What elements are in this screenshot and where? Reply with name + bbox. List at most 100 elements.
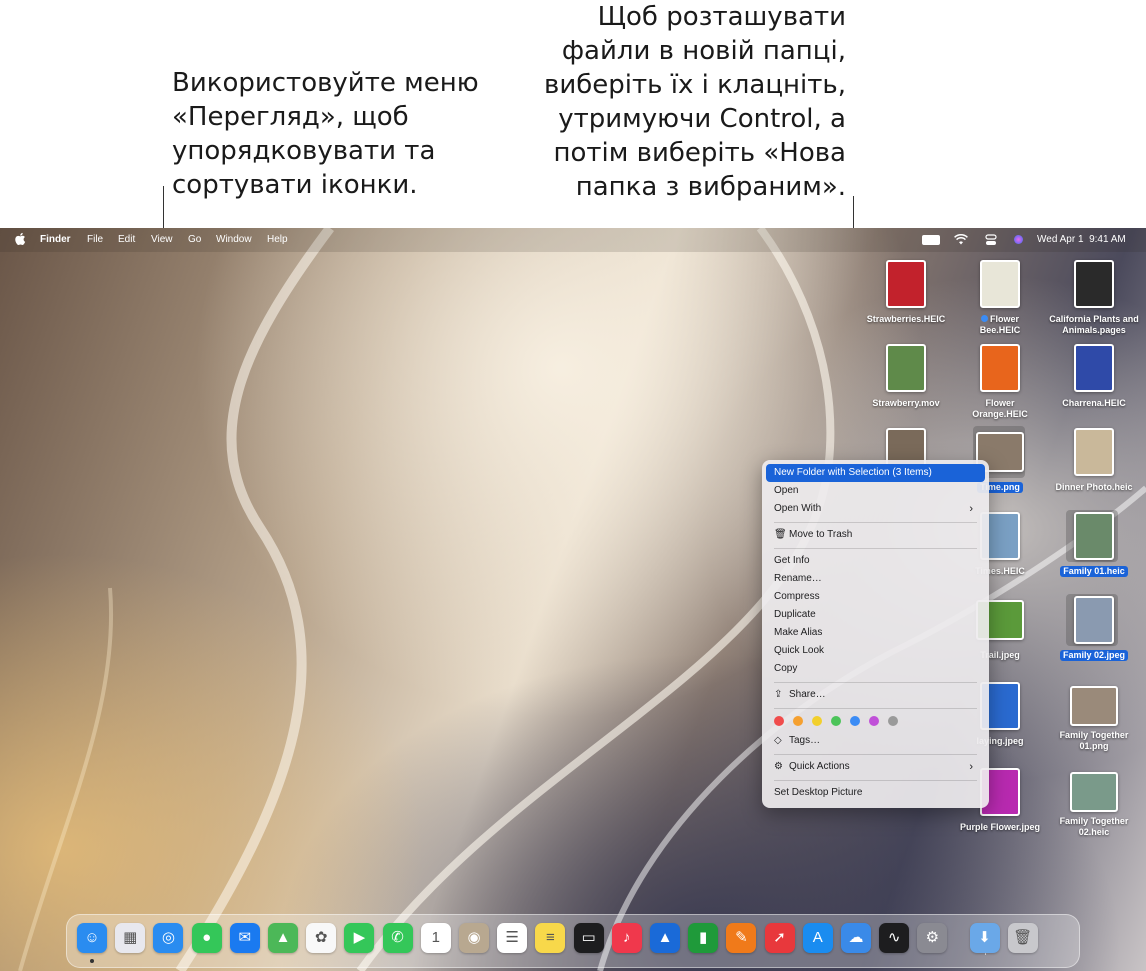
tag-icon: ◇ — [774, 735, 782, 746]
menu-item-copy[interactable]: Copy — [766, 660, 985, 678]
menu-separator — [774, 780, 977, 781]
keynote-icon[interactable]: ▲ — [650, 923, 680, 953]
safari-icon[interactable]: ◎ — [153, 923, 184, 953]
desktop-file-family-02[interactable]: Family 02.jpeg — [1046, 596, 1142, 663]
context-menu: New Folder with Selection (3 Items) Open… — [762, 460, 989, 808]
menu-help[interactable]: Help — [267, 234, 288, 245]
tv-icon[interactable]: ▭ — [573, 923, 604, 953]
numbers-icon[interactable]: ▮ — [688, 923, 719, 953]
maps-icon[interactable]: ▲ — [268, 923, 298, 953]
menu-item-rename[interactable]: Rename… — [766, 570, 985, 588]
menu-item-share[interactable]: ⇪ Share… — [766, 686, 985, 704]
file-label: Family Together 01.png — [1059, 730, 1129, 751]
desktop-file-flower-bee[interactable]: Flower Bee.HEIC — [952, 260, 1048, 338]
menu-item-new-folder-with-selection[interactable]: New Folder with Selection (3 Items) — [766, 464, 985, 482]
menu-item-tags[interactable]: ◇ Tags… — [766, 732, 985, 750]
image-thumbnail — [980, 344, 1020, 392]
file-label: Strawberries.HEIC — [866, 314, 946, 324]
callout-view-menu: Використовуйте меню «Перегляд», щоб упор… — [172, 68, 479, 200]
app-store-icon[interactable]: A — [802, 923, 833, 953]
file-label: California Plants and Animals.pages — [1049, 314, 1139, 335]
pages-icon[interactable]: ✎ — [726, 923, 757, 953]
facetime-icon[interactable]: ▶ — [344, 923, 375, 953]
tag-yellow-button[interactable] — [812, 716, 822, 726]
menu-item-open[interactable]: Open — [766, 482, 985, 500]
tag-orange-button[interactable] — [793, 716, 803, 726]
chevron-right-icon: › — [969, 503, 973, 515]
downloads-folder-icon[interactable]: ⬇ — [969, 923, 1000, 953]
file-label: Flower Orange.HEIC — [972, 398, 1028, 419]
callout-new-folder: Щоб розташувати файли в новій папці, виб… — [544, 2, 846, 202]
chevron-right-icon: › — [969, 761, 973, 773]
desktop-file-dinner-photo[interactable]: Dinner Photo.heic — [1046, 428, 1142, 495]
stocks-icon[interactable]: ∿ — [879, 923, 910, 953]
music-icon[interactable]: ♪ — [611, 923, 642, 953]
tag-purple-button[interactable] — [869, 716, 879, 726]
tag-blue-button[interactable] — [850, 716, 860, 726]
menu-finder[interactable]: Finder — [40, 234, 71, 245]
menu-window[interactable]: Window — [216, 234, 252, 245]
file-label: Charrena.HEIC — [1062, 398, 1126, 408]
image-thumbnail — [1074, 428, 1114, 476]
desktop-file-family-together-02[interactable]: Family Together 02.heic — [1046, 768, 1142, 840]
desktop-file-flower-orange[interactable]: Flower Orange.HEIC — [952, 344, 1048, 422]
menu-separator — [774, 548, 977, 549]
phone-icon[interactable]: ✆ — [382, 923, 413, 953]
file-label: Dinner Photo.heic — [1055, 482, 1133, 492]
dock: ☺ ▦ ◎ ● ✉ ▲ ✿ ▶ ✆ 1 ◉ ☰ ≡ ▭ ♪ ▲ ▮ ✎ ➚ A ☁ ∿ ⚙ ⬇ 🗑 — [66, 914, 1080, 968]
desktop-file-family-01[interactable]: Family 01.heic — [1046, 512, 1142, 579]
battery-icon[interactable] — [922, 235, 940, 245]
wifi-icon[interactable] — [954, 234, 968, 245]
control-center-icon[interactable] — [985, 234, 997, 246]
menu-item-move-to-trash[interactable]: 🗑 Move to Trash — [766, 526, 985, 544]
menu-item-quick-actions[interactable]: ⚙ Quick Actions › — [766, 758, 985, 776]
document-thumbnail — [1074, 260, 1114, 308]
apple-menu-icon[interactable] — [14, 232, 26, 246]
desktop-file-california-pages[interactable]: California Plants and Animals.pages — [1046, 260, 1142, 338]
contacts-icon[interactable]: ◉ — [459, 923, 489, 953]
launchpad-icon[interactable]: ▦ — [115, 923, 146, 953]
menu-item-set-desktop-picture[interactable]: Set Desktop Picture — [766, 784, 985, 802]
image-thumbnail — [1070, 686, 1118, 726]
menu-datetime[interactable]: Wed Apr 1 9:41 AM — [1037, 234, 1126, 245]
calendar-icon[interactable]: 1 — [420, 923, 451, 953]
messages-icon[interactable]: ● — [191, 923, 222, 953]
menu-item-duplicate[interactable]: Duplicate — [766, 606, 985, 624]
trash-icon: 🗑 — [774, 529, 787, 540]
tag-green-button[interactable] — [831, 716, 841, 726]
system-settings-icon[interactable]: ⚙ — [917, 923, 948, 953]
menu-item-label: Move to Trash — [789, 529, 853, 540]
menu-file[interactable]: File — [87, 234, 103, 245]
menu-view[interactable]: View — [151, 234, 173, 245]
desktop-file-strawberry-mov[interactable]: Strawberry.mov — [858, 344, 954, 411]
siri-icon[interactable] — [1014, 235, 1023, 244]
desktop-file-strawberries[interactable]: Strawberries.HEIC — [858, 260, 954, 327]
desktop-file-charrena[interactable]: Charrena.HEIC — [1046, 344, 1142, 411]
toolbox-icon[interactable]: ➚ — [764, 923, 795, 953]
menu-item-label: Share… — [789, 689, 826, 700]
image-thumbnail — [1070, 772, 1118, 812]
leader-line-view — [163, 186, 164, 234]
desktop-screen: Finder File Edit View Go Window Help Wed… — [0, 228, 1146, 971]
menu-item-compress[interactable]: Compress — [766, 588, 985, 606]
menu-item-open-with[interactable]: Open With › — [766, 500, 985, 518]
photos-icon[interactable]: ✿ — [306, 923, 337, 953]
desktop-file-family-together-01[interactable]: Family Together 01.png — [1046, 682, 1142, 754]
tag-red-button[interactable] — [774, 716, 784, 726]
finder-icon[interactable]: ☺ — [77, 923, 107, 953]
notes-icon[interactable]: ≡ — [535, 923, 566, 953]
tag-gray-button[interactable] — [888, 716, 898, 726]
trash-icon[interactable]: 🗑 — [1007, 923, 1038, 953]
reminders-icon[interactable]: ☰ — [497, 923, 528, 953]
weather-icon[interactable]: ☁ — [841, 923, 871, 953]
menu-edit[interactable]: Edit — [118, 234, 135, 245]
menu-item-make-alias[interactable]: Make Alias — [766, 624, 985, 642]
blue-tag-icon — [980, 315, 988, 322]
menu-item-get-info[interactable]: Get Info — [766, 552, 985, 570]
menu-go[interactable]: Go — [188, 234, 201, 245]
mail-icon[interactable]: ✉ — [229, 923, 260, 953]
image-thumbnail — [1074, 344, 1114, 392]
menu-item-quick-look[interactable]: Quick Look — [766, 642, 985, 660]
file-label: Family 02.jpeg — [1059, 650, 1129, 661]
file-label: Family 01.heic — [1060, 566, 1128, 577]
